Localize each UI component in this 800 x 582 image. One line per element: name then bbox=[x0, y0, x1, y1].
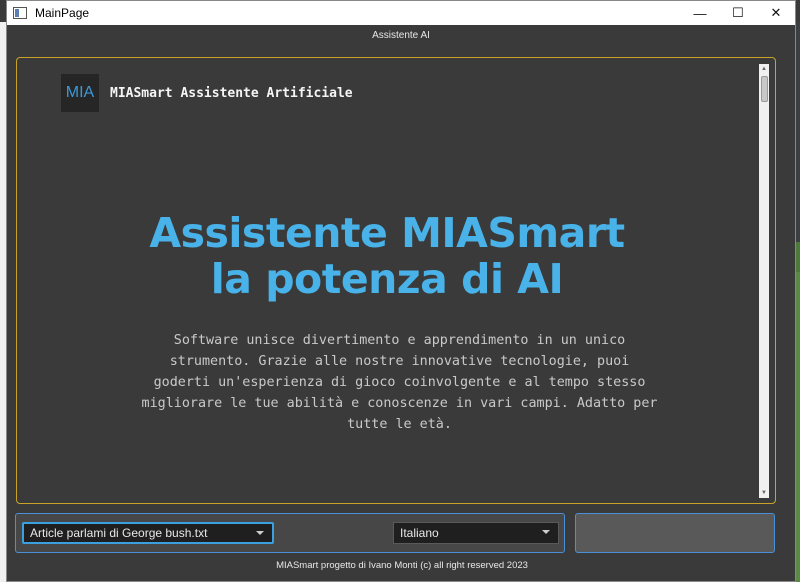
description-line: Software unisce divertimento e apprendim… bbox=[173, 333, 626, 348]
article-select-value: Article parlami di George bush.txt bbox=[30, 526, 208, 540]
action-panel[interactable] bbox=[575, 513, 775, 553]
description-line: strumento. Grazie alle nostre innovative… bbox=[169, 354, 630, 369]
description-text: Software unisce divertimento e apprendim… bbox=[122, 330, 677, 435]
mia-logo: MIA bbox=[61, 74, 99, 112]
main-window: MainPage — ☐ ✕ Assistente AI MIA MIASmar… bbox=[6, 0, 796, 582]
description-line: migliorare le tue abilità e conoscenze i… bbox=[141, 396, 658, 411]
window-title: MainPage bbox=[35, 6, 90, 20]
title-bar[interactable]: MainPage — ☐ ✕ bbox=[7, 1, 795, 25]
hero-heading: Assistente MIASmart la potenza di AI bbox=[17, 210, 757, 302]
close-button[interactable]: ✕ bbox=[757, 1, 795, 25]
language-select-value: Italiano bbox=[400, 526, 439, 540]
footer-text: MIASmart progetto di Ivano Monti (c) all… bbox=[276, 560, 528, 571]
scroll-down-arrow-icon[interactable]: ▼ bbox=[759, 488, 769, 498]
controls-panel: Article parlami di George bush.txt Itali… bbox=[15, 513, 565, 553]
content-panel: MIA MIASmart Assistente Artificiale Assi… bbox=[16, 57, 776, 504]
chevron-down-icon bbox=[256, 531, 264, 535]
hero-line-1: Assistente MIASmart bbox=[149, 209, 625, 257]
minimize-button[interactable]: — bbox=[681, 1, 719, 25]
description-line: tutte le età. bbox=[347, 417, 452, 432]
scroll-up-arrow-icon[interactable]: ▲ bbox=[759, 64, 769, 74]
maximize-button[interactable]: ☐ bbox=[719, 1, 757, 25]
hero-line-2: la potenza di AI bbox=[210, 255, 564, 303]
language-select[interactable]: Italiano bbox=[393, 522, 559, 544]
brand-name: MIASmart Assistente Artificiale bbox=[110, 86, 353, 101]
description-line: goderti un'esperienza di gioco coinvolge… bbox=[153, 375, 646, 390]
app-window-icon bbox=[13, 7, 27, 19]
page-subtitle: Assistente AI bbox=[372, 30, 430, 41]
article-select[interactable]: Article parlami di George bush.txt bbox=[22, 522, 274, 544]
vertical-scrollbar[interactable]: ▲ ▼ bbox=[759, 64, 769, 498]
scroll-thumb[interactable] bbox=[761, 76, 768, 102]
chevron-down-icon bbox=[542, 530, 550, 534]
background-window-strip bbox=[796, 22, 800, 582]
